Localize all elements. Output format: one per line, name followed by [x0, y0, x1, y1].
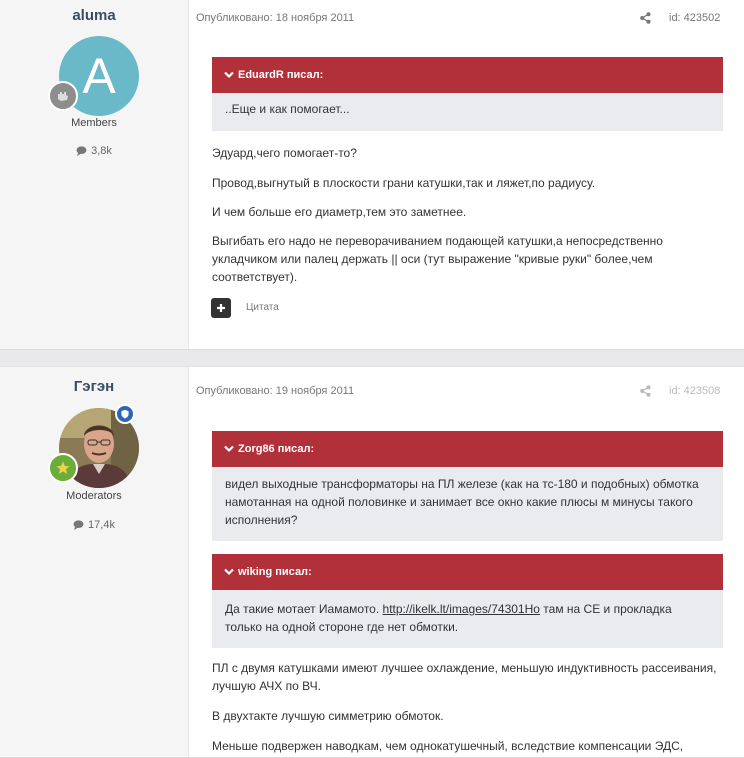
quote-text: видел выходные трансформаторы на ПЛ желе… [225, 477, 699, 527]
share-icon[interactable] [640, 384, 651, 402]
reputation: 3,8k [0, 145, 188, 157]
quote-header[interactable]: EduardR писал: [212, 57, 723, 93]
post-423502: aluma A Members 3,8k Опубликовано: 18 но… [0, 0, 744, 350]
author-group: Moderators [66, 490, 122, 502]
reputation-count: 3,8k [91, 145, 112, 157]
post-id[interactable]: id: 423502 [669, 12, 720, 24]
multiquote-plus-button[interactable] [211, 298, 231, 318]
chevron-down-icon [224, 71, 234, 79]
post-paragraph: ПЛ с двумя катушками имеют лучшее охлажд… [212, 661, 717, 693]
post-paragraph: Выгибать его надо не переворачиванием по… [212, 234, 663, 284]
post-date[interactable]: Опубликовано: 19 ноября 2011 [196, 385, 354, 397]
quote-text: ..Еще и как помогает... [225, 102, 350, 116]
comment-icon [76, 146, 87, 156]
post-paragraph: Меньше подвержен наводкам, чем однокатуш… [212, 739, 684, 753]
reputation: 17,4k [0, 519, 188, 531]
post-date[interactable]: Опубликовано: 18 ноября 2011 [196, 12, 354, 24]
post-paragraph: Эдуард,чего помогает-то? [212, 146, 357, 160]
quote-block: EduardR писал: ..Еще и как помогает... [212, 57, 723, 131]
quote-author: Zorg86 писал: [238, 443, 315, 455]
quote-block: wiking писал: Да такие мотает Иамамото. … [212, 554, 723, 648]
plus-icon [217, 304, 225, 312]
comment-icon [73, 520, 84, 530]
author-name[interactable]: Гэгэн [0, 378, 188, 395]
post-paragraph: В двухтакте лучшую симметрию обмоток. [212, 709, 444, 723]
quote-author: EduardR писал: [238, 69, 324, 81]
quote-block: Zorg86 писал: видел выходные трансформат… [212, 431, 723, 541]
quote-link[interactable]: http://ikelk.lt/images/74301Ho [383, 602, 540, 616]
post-paragraph: Провод,выгнутый в плоскости грани катушк… [212, 176, 596, 190]
quote-button[interactable]: Цитата [246, 302, 279, 313]
rank-badge-icon [48, 81, 78, 111]
reputation-count: 17,4k [88, 519, 115, 531]
quote-author: wiking писал: [238, 566, 312, 578]
author-panel: Гэгэн Moderators 17,4k [0, 367, 189, 757]
author-name[interactable]: aluma [0, 7, 188, 24]
quote-text-start: Да такие мотает Иамамото. [225, 602, 383, 616]
rank-star-icon [48, 453, 78, 483]
chevron-down-icon [224, 568, 234, 576]
quote-header[interactable]: wiking писал: [212, 554, 723, 590]
quote-text: Да такие мотает Иамамото. http://ikelk.l… [212, 590, 723, 648]
post-423508: Гэгэн Moderators 17,4k Опубликовано: 19 … [0, 366, 744, 758]
post-id[interactable]: id: 423508 [669, 385, 720, 397]
quote-header[interactable]: Zorg86 писал: [212, 431, 723, 467]
chevron-down-icon [224, 445, 234, 453]
author-panel: aluma A Members 3,8k [0, 0, 189, 349]
moderator-shield-icon [115, 404, 135, 424]
share-icon[interactable] [640, 11, 651, 29]
post-paragraph: И чем больше его диаметр,тем это заметне… [212, 205, 467, 219]
author-group: Members [71, 117, 117, 129]
